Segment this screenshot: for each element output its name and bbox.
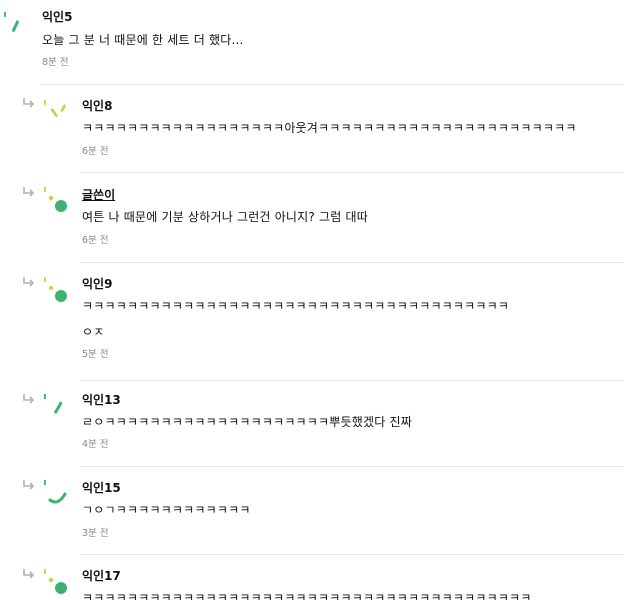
comment-author[interactable]: 익인13 bbox=[82, 392, 412, 408]
comment-reply: 익인15 ㄱㅇㄱㅋㅋㅋㅋㅋㅋㅋㅋㅋㅋㅋㅋ 3분 전 bbox=[0, 466, 624, 554]
comment-reply: 익인9 ㅋㅋㅋㅋㅋㅋㅋㅋㅋㅋㅋㅋㅋㅋㅋㅋㅋㅋㅋㅋㅋㅋㅋㅋㅋㅋㅋㅋㅋㅋㅋㅋㅋㅋㅋㅋ… bbox=[0, 262, 624, 380]
comment-author[interactable]: 익인15 bbox=[82, 480, 251, 496]
green-dash-icon bbox=[4, 12, 19, 32]
comment-time: 6분 전 bbox=[82, 235, 109, 246]
comment-author[interactable]: 익인5 bbox=[42, 9, 244, 25]
comment-text: ㄱㅇㄱㅋㅋㅋㅋㅋㅋㅋㅋㅋㅋㅋㅋ bbox=[82, 503, 251, 517]
comment-author[interactable]: 익인8 bbox=[82, 98, 577, 114]
green-dots-icon bbox=[44, 277, 67, 302]
comment-item: 익인5 오늘 그 분 너 때문에 한 세트 더 했다... 8분 전 bbox=[0, 0, 624, 84]
comment-thread: { "comments": [ { "name": "익인5", "lines"… bbox=[0, 0, 624, 600]
comment-time: 5분 전 bbox=[82, 349, 109, 360]
green-arc-icon bbox=[44, 480, 67, 504]
comment-text: 여튼 나 때문에 기분 상하거나 그런건 아니지? 그럼 대따 bbox=[82, 210, 368, 224]
comment-text: ㄹㅇㅋㅋㅋㅋㅋㅋㅋㅋㅋㅋㅋㅋㅋㅋㅋㅋㅋㅋㅋㅋ뿌듯했겠다 진짜 bbox=[82, 415, 412, 429]
yellow-green-dashes-icon bbox=[44, 100, 66, 118]
comment-author[interactable]: 익인9 bbox=[82, 276, 509, 292]
comment-author[interactable]: 익인17 bbox=[82, 568, 532, 584]
reply-arrow-icon bbox=[23, 277, 35, 287]
green-dash-icon bbox=[44, 394, 63, 414]
comment-reply: 익인8 ㅋㅋㅋㅋㅋㅋㅋㅋㅋㅋㅋㅋㅋㅋㅋㅋㅋㅋ아웃겨ㅋㅋㅋㅋㅋㅋㅋㅋㅋㅋㅋㅋㅋㅋㅋ… bbox=[0, 84, 624, 172]
reply-arrow-icon bbox=[23, 480, 35, 490]
comment-time: 4분 전 bbox=[82, 439, 109, 450]
comment-text: ㅋㅋㅋㅋㅋㅋㅋㅋㅋㅋㅋㅋㅋㅋㅋㅋㅋㅋ아웃겨ㅋㅋㅋㅋㅋㅋㅋㅋㅋㅋㅋㅋㅋㅋㅋㅋㅋㅋㅋ… bbox=[82, 121, 577, 135]
reply-arrow-icon bbox=[23, 187, 35, 197]
reply-arrow-icon bbox=[23, 98, 35, 108]
comment-text: ㅋㅋㅋㅋㅋㅋㅋㅋㅋㅋㅋㅋㅋㅋㅋㅋㅋㅋㅋㅋㅋㅋㅋㅋㅋㅋㅋㅋㅋㅋㅋㅋㅋㅋㅋㅋㅋㅋㅋㅋ bbox=[82, 591, 532, 600]
comment-reply: 글쓴이 여튼 나 때문에 기분 상하거나 그런건 아니지? 그럼 대따 6분 전 bbox=[0, 172, 624, 262]
reply-arrow-icon bbox=[23, 394, 35, 404]
green-dots-icon bbox=[44, 187, 67, 212]
green-dots-icon bbox=[44, 569, 67, 594]
comment-reply: 익인13 ㄹㅇㅋㅋㅋㅋㅋㅋㅋㅋㅋㅋㅋㅋㅋㅋㅋㅋㅋㅋㅋㅋ뿌듯했겠다 진짜 4분 전 bbox=[0, 380, 624, 466]
comment-reply: 익인17 ㅋㅋㅋㅋㅋㅋㅋㅋㅋㅋㅋㅋㅋㅋㅋㅋㅋㅋㅋㅋㅋㅋㅋㅋㅋㅋㅋㅋㅋㅋㅋㅋㅋㅋㅋ… bbox=[0, 554, 624, 600]
comment-text: ㅋㅋㅋㅋㅋㅋㅋㅋㅋㅋㅋㅋㅋㅋㅋㅋㅋㅋㅋㅋㅋㅋㅋㅋㅋㅋㅋㅋㅋㅋㅋㅋㅋㅋㅋㅋㅋㅋ bbox=[82, 299, 510, 313]
comment-time: 6분 전 bbox=[82, 146, 109, 157]
comment-time: 8분 전 bbox=[42, 57, 69, 68]
comment-text: 오늘 그 분 너 때문에 한 세트 더 했다... bbox=[42, 33, 244, 47]
comment-time: 3분 전 bbox=[82, 528, 109, 539]
comment-text: ㅇㅈ bbox=[82, 325, 105, 339]
reply-arrow-icon bbox=[23, 569, 35, 579]
comment-author[interactable]: 글쓴이 bbox=[82, 187, 368, 203]
